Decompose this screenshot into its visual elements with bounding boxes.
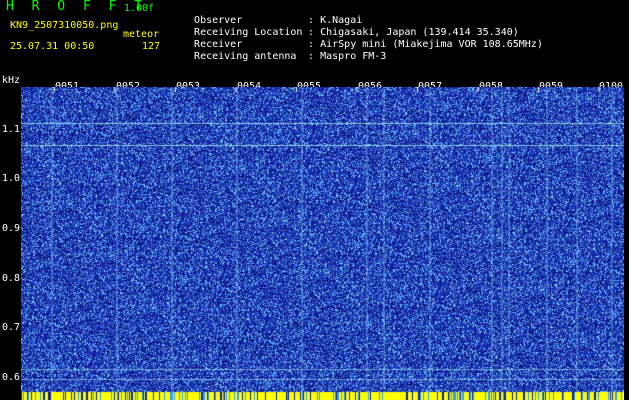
y-tick-label: 1.1 — [2, 124, 21, 135]
spectrogram-canvas — [21, 87, 624, 400]
info-value: : Maspro FM-3 — [308, 51, 387, 62]
info-label: Receiving antenna — [194, 51, 297, 62]
event-count: 127 — [142, 41, 161, 52]
timestamp: 25.07.31 00:50 — [10, 41, 95, 52]
y-tick-label: 0.9 — [2, 223, 21, 234]
y-tick-label: 1.0 — [2, 173, 21, 184]
info-antenna: Receiving antenna : Maspro FM-3 — [182, 39, 386, 63]
y-tick-label: 0.6 — [2, 372, 21, 383]
y-tick-label: 0.7 — [2, 322, 21, 333]
file-name: KN9_2507310050.png — [10, 20, 119, 31]
mode-label: meteor — [123, 29, 160, 40]
y-tick-label: 0.8 — [2, 273, 21, 284]
app-version: 1.00f — [124, 3, 155, 14]
y-axis-unit: kHz — [2, 75, 21, 86]
